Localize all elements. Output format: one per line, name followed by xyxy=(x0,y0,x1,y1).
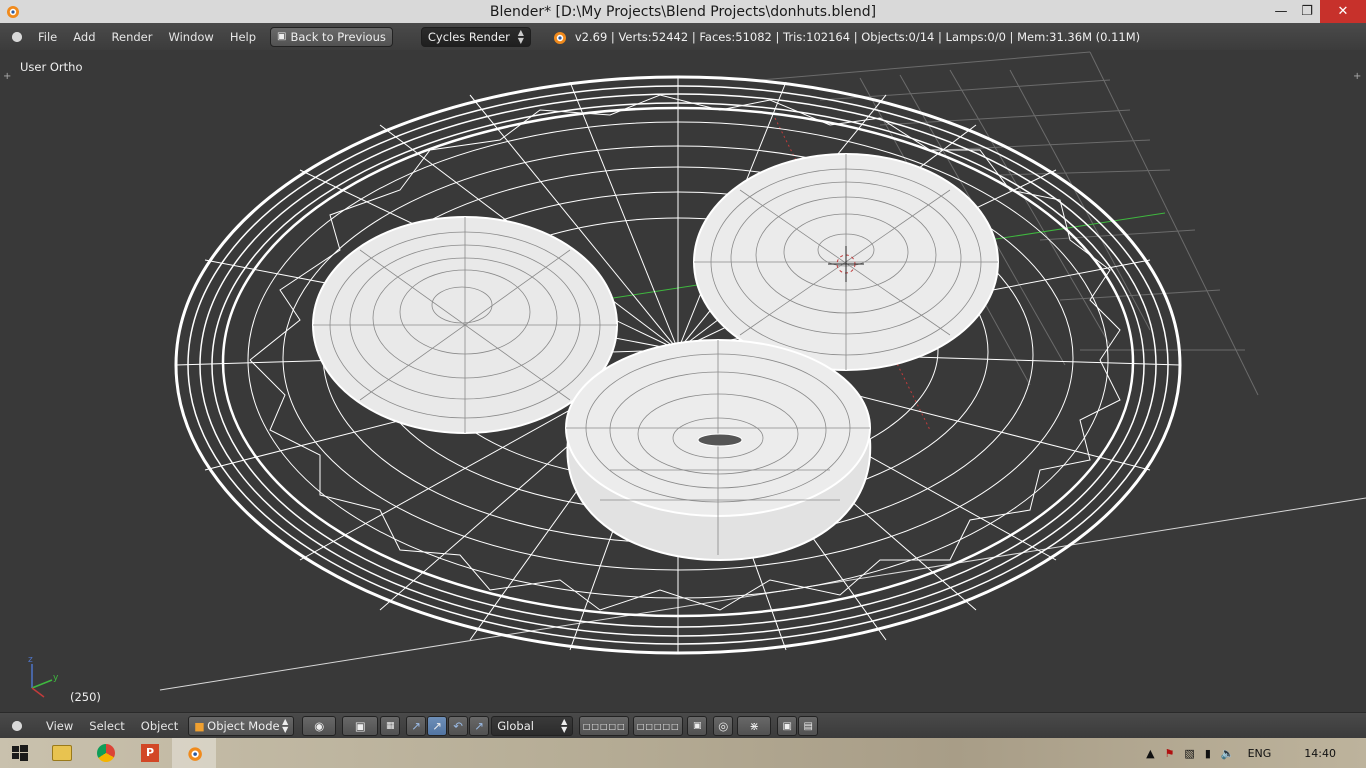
volume-icon[interactable]: 🔈 xyxy=(1221,747,1235,760)
taskbar-powerpoint[interactable]: P xyxy=(128,738,172,768)
back-icon: ▣ xyxy=(277,31,287,42)
menu-add[interactable]: Add xyxy=(65,30,103,44)
mode-select[interactable]: ■ Object Mode ▲ ▼ xyxy=(188,716,295,736)
chevron-updown-icon: ▲ ▼ xyxy=(282,717,289,734)
layers-grid-icon: □□□□□ xyxy=(636,721,680,731)
3d-viewport[interactable]: z y User Ortho (250) + + xyxy=(0,50,1366,712)
3d-view-header: View Select Object ■ Object Mode ▲ ▼ ◉ ▣ … xyxy=(0,712,1366,739)
editor-menu-toggle-icon[interactable] xyxy=(8,28,26,46)
viewport-shading-select[interactable]: ◉ xyxy=(302,716,337,736)
menu-render[interactable]: Render xyxy=(104,30,161,44)
window-title-bar: Blender* [D:\My Projects\Blend Projects\… xyxy=(0,0,1366,23)
language-indicator[interactable]: ENG xyxy=(1248,747,1272,760)
blender-logo-icon xyxy=(7,6,19,18)
manipulator-icon: ↗ xyxy=(411,719,422,733)
donut-left-wireframe xyxy=(312,216,618,434)
pivot-icon: ▣ xyxy=(354,719,366,733)
layer-icon-button[interactable]: ▦ xyxy=(380,716,401,736)
system-tray: ▲ ⚑ ▧ ▮ 🔈 ENG 14:40 xyxy=(1141,738,1366,768)
clock[interactable]: 14:40 xyxy=(1304,747,1336,760)
snap-select[interactable]: ⋇ xyxy=(737,716,772,736)
clapper-icon: ▤ xyxy=(803,720,813,732)
chrome-icon xyxy=(97,744,115,762)
donut-hole xyxy=(697,433,743,447)
info-header: File Add Render Window Help ▣ Back to Pr… xyxy=(0,23,1366,51)
axis-gizmo: z y xyxy=(28,655,59,698)
windows-taskbar: P ▲ ⚑ ▧ ▮ 🔈 ENG 14:40 xyxy=(0,738,1366,768)
file-explorer-icon xyxy=(52,745,72,761)
scale-manipulator-button[interactable]: ↗ xyxy=(469,716,490,736)
powerpoint-icon: P xyxy=(141,744,159,762)
manipulator-toggle[interactable]: ↗ xyxy=(406,716,427,736)
start-icon xyxy=(12,745,28,761)
menu-file[interactable]: File xyxy=(30,30,65,44)
frame-number-label: (250) xyxy=(70,690,101,704)
layers-grid-1[interactable]: □□□□□ xyxy=(579,716,630,736)
menu-object[interactable]: Object xyxy=(133,719,186,733)
window-title: Blender* [D:\My Projects\Blend Projects\… xyxy=(489,3,877,20)
grid-small-icon: ▦ xyxy=(385,721,395,731)
show-hidden-icons-icon[interactable]: ▲ xyxy=(1146,747,1154,760)
magnet-icon: ⋇ xyxy=(749,719,760,733)
restore-button[interactable]: ❐ xyxy=(1294,0,1320,23)
proportional-icon: ◎ xyxy=(718,719,729,733)
lock-icon: ▣ xyxy=(692,721,702,731)
taskbar-chrome[interactable] xyxy=(84,738,128,768)
layer-lock-button[interactable]: ▣ xyxy=(687,716,708,736)
scale-icon: ↗ xyxy=(474,719,485,733)
menu-help[interactable]: Help xyxy=(222,30,264,44)
chevron-updown-icon: ▲ ▼ xyxy=(517,27,524,45)
transform-orientation-select[interactable]: Global ▲ ▼ xyxy=(491,716,574,736)
taskbar-blender[interactable] xyxy=(172,738,216,768)
power-icon[interactable]: ▧ xyxy=(1184,747,1194,760)
layers-grid-icon: □□□□□ xyxy=(582,721,626,731)
arrow-icon: ↗ xyxy=(432,719,443,733)
sphere-wire-icon: ◉ xyxy=(314,719,325,733)
translate-manipulator-button[interactable]: ↗ xyxy=(427,716,448,736)
layers-grid-2[interactable]: □□□□□ xyxy=(633,716,684,736)
blender-logo-icon xyxy=(553,31,566,44)
scene-stats: v2.69 | Verts:52442 | Faces:51082 | Tris… xyxy=(574,29,1141,44)
menu-view[interactable]: View xyxy=(38,719,81,733)
cube-icon: ■ xyxy=(194,719,205,733)
render-still-button[interactable]: ▣ xyxy=(777,716,798,736)
rotate-icon: ↶ xyxy=(453,719,464,733)
network-icon[interactable]: ▮ xyxy=(1205,747,1211,760)
minimize-button[interactable]: — xyxy=(1268,0,1294,23)
svg-text:z: z xyxy=(28,655,33,665)
render-engine-select[interactable]: Cycles Render ▲ ▼ xyxy=(420,26,531,47)
taskbar-file-explorer[interactable] xyxy=(40,738,84,768)
toolshelf-expand-icon[interactable]: + xyxy=(3,72,13,82)
render-animation-button[interactable]: ▤ xyxy=(798,716,819,736)
donut-right-wireframe xyxy=(693,153,999,371)
donut-front-wireframe xyxy=(565,339,872,562)
proportional-edit-button[interactable]: ◎ xyxy=(713,716,734,736)
blender-icon xyxy=(188,747,202,761)
menu-window[interactable]: Window xyxy=(160,30,221,44)
properties-expand-icon[interactable]: + xyxy=(1353,72,1363,82)
menu-select[interactable]: Select xyxy=(81,719,132,733)
svg-text:y: y xyxy=(53,673,59,683)
rotate-manipulator-button[interactable]: ↶ xyxy=(448,716,469,736)
view-name-label: User Ortho xyxy=(20,60,83,74)
wireframe-scene[interactable]: z y xyxy=(0,50,1366,712)
start-button[interactable] xyxy=(0,738,40,768)
close-button[interactable]: ✕ xyxy=(1320,0,1366,23)
chevron-updown-icon: ▲ ▼ xyxy=(561,717,568,734)
pivot-point-select[interactable]: ▣ xyxy=(342,716,379,736)
back-to-previous-button[interactable]: ▣ Back to Previous xyxy=(270,26,393,47)
camera-icon: ▣ xyxy=(782,720,792,732)
editor-type-icon[interactable] xyxy=(8,717,26,735)
action-center-icon[interactable]: ⚑ xyxy=(1165,747,1175,760)
